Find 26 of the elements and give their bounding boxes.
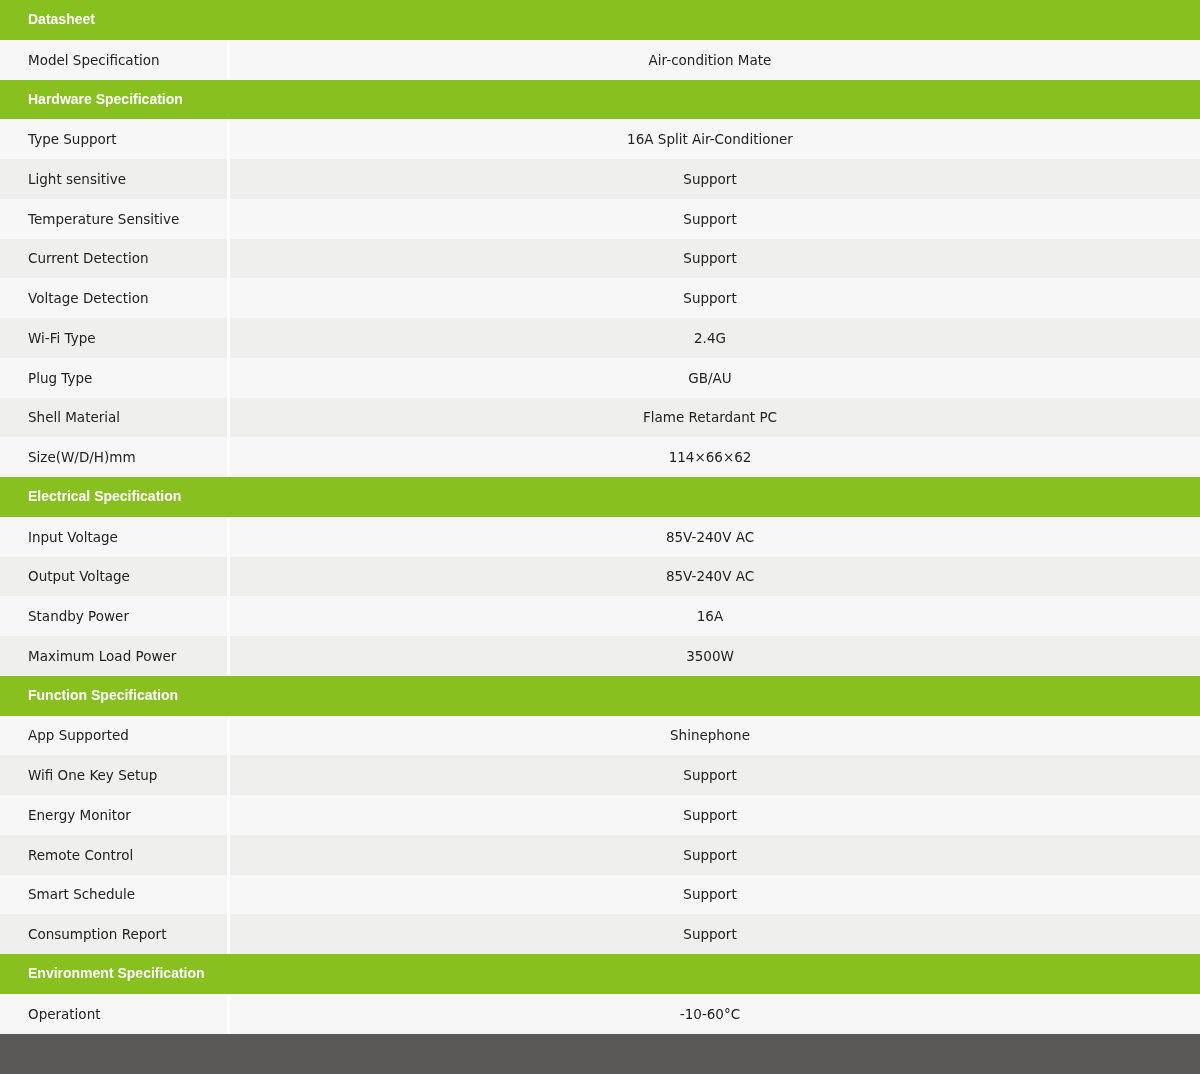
- table-cell-text: 2.4G: [693, 328, 727, 348]
- table-cell-text: 114×66×62: [667, 448, 753, 467]
- table-cell-text: Support: [682, 169, 738, 189]
- table-cell-text: Support: [682, 925, 738, 944]
- table-cell-text: Support: [682, 766, 738, 785]
- table-cell-text: 16A Split Air-Conditioner: [626, 130, 794, 149]
- table-cell-text: -10-60°C: [678, 1004, 742, 1024]
- table-cell-text: Support: [682, 249, 738, 269]
- table-cell-text: Support: [682, 289, 738, 308]
- table-cell-text: Support: [682, 209, 738, 229]
- table-cell-text: 16A: [695, 607, 725, 626]
- section-title: Hardware Specification: [28, 89, 183, 109]
- table-cell-text: 85V-240V AC: [664, 527, 756, 547]
- table-cell-text: Air-condition Mate: [647, 50, 773, 70]
- section-title: Environment Specification: [28, 964, 205, 984]
- section-title: Datasheet: [28, 10, 95, 30]
- table-cell-text: 3500W: [685, 646, 735, 666]
- table-cell-text: Shinephone: [669, 726, 751, 746]
- table-cell-text: Support: [682, 805, 738, 825]
- table-cell-text: 85V-240V AC: [664, 567, 756, 587]
- table-cell-text: GB/AU: [687, 368, 733, 388]
- section-title: Function Specification: [28, 686, 179, 706]
- table-cell-text: Flame Retardant PC: [641, 408, 778, 428]
- table-cell-text: Support: [682, 845, 738, 865]
- table-cell-text: Support: [682, 885, 738, 905]
- section-title: Electrical Specification: [28, 487, 182, 507]
